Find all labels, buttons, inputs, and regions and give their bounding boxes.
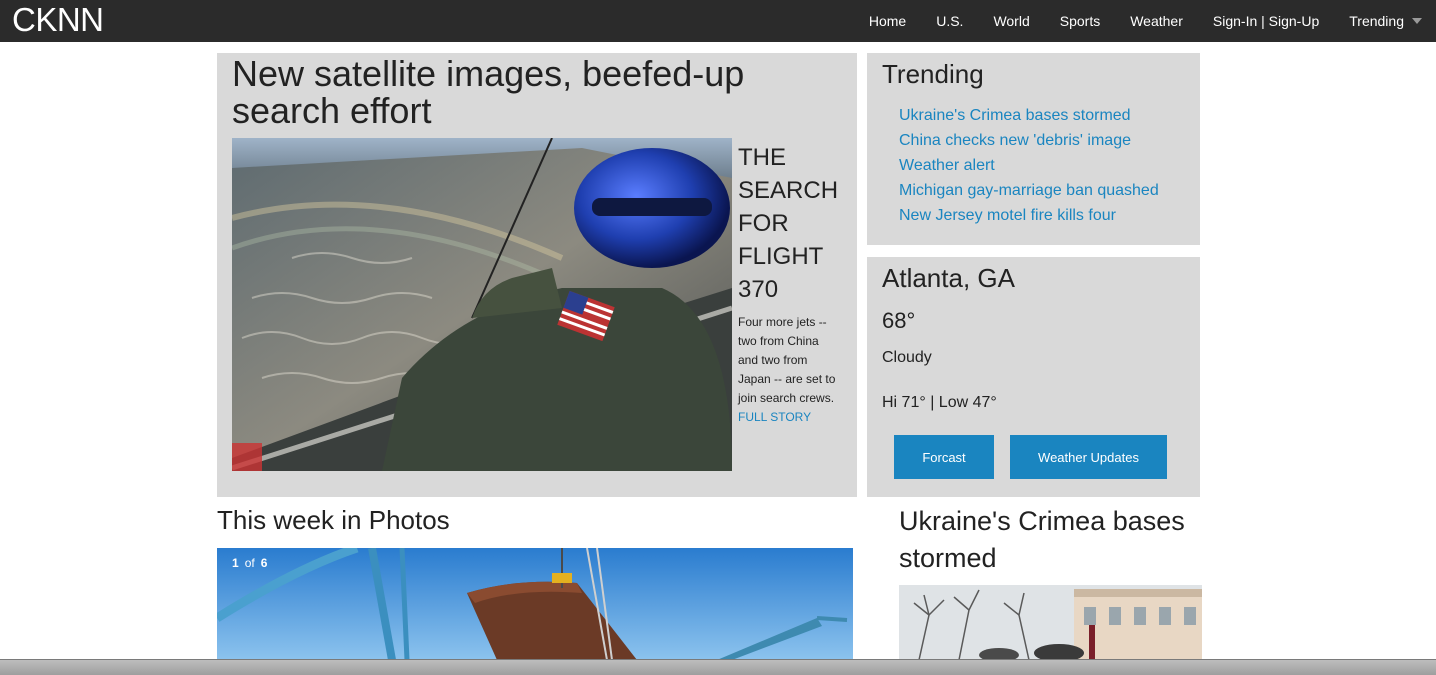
photos-section-title: This week in Photos <box>217 505 450 535</box>
nav-sports-link[interactable]: Sports <box>1060 13 1100 29</box>
main-story-panel: New satellite images, beefed-up search e… <box>217 53 857 497</box>
slide-current: 1 <box>232 556 239 570</box>
trending-link[interactable]: China checks new 'debris' image <box>899 128 1159 153</box>
weather-condition: Cloudy <box>882 349 932 366</box>
side-story-summary-text: Four more jets -- two from China and two… <box>738 315 836 405</box>
nav-weather-link[interactable]: Weather <box>1130 13 1183 29</box>
weather-temperature: 68° <box>882 308 916 333</box>
weather-updates-button[interactable]: Weather Updates <box>1010 435 1167 479</box>
nav-trending-dropdown[interactable]: Trending <box>1349 13 1422 29</box>
trending-link[interactable]: Michigan gay-marriage ban quashed <box>899 178 1159 203</box>
nav-us-link[interactable]: U.S. <box>936 13 963 29</box>
horizontal-scrollbar[interactable] <box>0 659 1436 675</box>
hero-image-pilot[interactable] <box>232 138 732 471</box>
crimea-story-image[interactable] <box>899 585 1202 660</box>
slide-of: of <box>244 556 255 570</box>
side-story-title-flight370[interactable]: THE SEARCH FOR FLIGHT 370 <box>738 141 853 306</box>
top-navbar: CKNN Home U.S. World Sports Weather Sign… <box>0 0 1436 42</box>
main-nav: Home U.S. World Sports Weather Sign-In |… <box>839 0 1422 42</box>
site-logo[interactable]: CKNN <box>12 1 104 39</box>
nav-signin-link[interactable]: Sign-In | Sign-Up <box>1213 13 1319 29</box>
nav-trending-label: Trending <box>1349 13 1404 29</box>
forecast-button[interactable]: Forcast <box>894 435 994 479</box>
full-story-link[interactable]: FULL STORY <box>738 410 811 424</box>
trending-title: Trending <box>882 59 984 89</box>
main-headline[interactable]: New satellite images, beefed-up search e… <box>232 55 832 129</box>
trending-link[interactable]: Ukraine's Crimea bases stormed <box>899 103 1159 128</box>
weather-panel: Atlanta, GA 68° Cloudy Hi 71° | Low 47° … <box>867 257 1200 497</box>
weather-location: Atlanta, GA <box>882 263 1015 293</box>
chevron-down-icon <box>1412 18 1422 24</box>
crimea-story-title[interactable]: Ukraine's Crimea bases stormed <box>899 503 1209 577</box>
weather-hi-low: Hi 71° | Low 47° <box>882 394 997 411</box>
nav-home-link[interactable]: Home <box>869 13 906 29</box>
side-story-summary: Four more jets -- two from China and two… <box>738 313 838 427</box>
trending-panel: Trending Ukraine's Crimea bases stormed … <box>867 53 1200 245</box>
slide-total: 6 <box>260 556 268 570</box>
slide-counter: 1 of 6 <box>232 556 267 570</box>
photo-gallery-slide[interactable]: 1 of 6 <box>217 548 853 660</box>
nav-world-link[interactable]: World <box>993 13 1029 29</box>
trending-list: Ukraine's Crimea bases stormed China che… <box>899 103 1159 228</box>
trending-link[interactable]: New Jersey motel fire kills four <box>899 203 1159 228</box>
trending-link[interactable]: Weather alert <box>899 153 1159 178</box>
